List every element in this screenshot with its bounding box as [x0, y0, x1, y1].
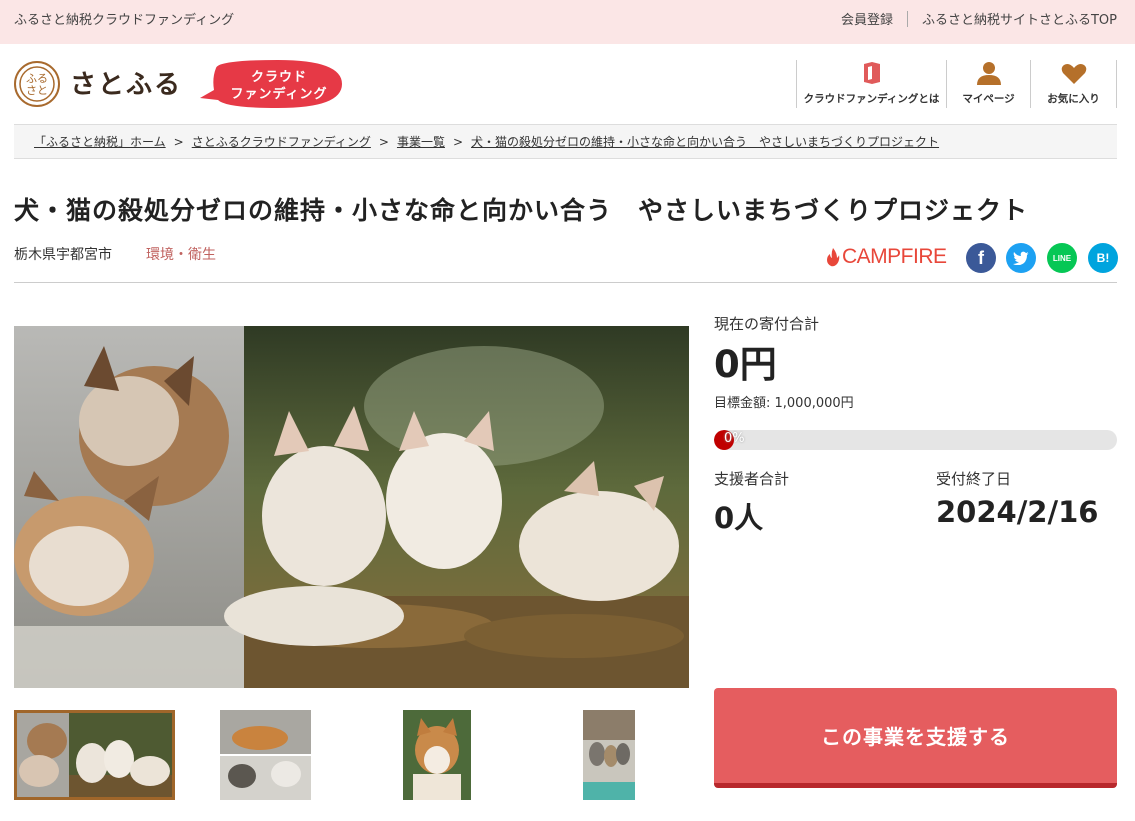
breadcrumb-crowdfunding[interactable]: さとふるクラウドファンディング — [192, 133, 371, 150]
user-icon — [976, 62, 1001, 85]
thumbnail-4[interactable] — [583, 710, 635, 800]
thumbnail-2[interactable] — [220, 710, 311, 800]
line-icon: LINE — [1052, 253, 1072, 263]
progress-percent: 0% — [724, 431, 745, 446]
site-name: ふるさと納税クラウドファンディング — [14, 13, 235, 28]
top-link-divider — [906, 10, 908, 27]
top-bar: ふるさと納税クラウドファンディング 会員登録 ふるさと納税サイトさとふるTOP — [0, 0, 1135, 44]
current-donation-label: 現在の寄付合計 — [714, 315, 820, 333]
divider — [14, 282, 1117, 283]
deadline-date: 2024/2/16 — [936, 495, 1099, 529]
satofull-top-link[interactable]: ふるさと納税サイトさとふるTOP — [922, 9, 1117, 28]
heart-icon — [1061, 64, 1086, 84]
supporters-count: 0人 — [714, 501, 764, 535]
nav-label: お気に入り — [1047, 93, 1100, 105]
goal-amount: 目標金額: 1,000,000円 — [714, 396, 854, 411]
current-donation-amount: 0円 — [714, 343, 777, 386]
campfire-text: CAMPFIRE — [842, 245, 947, 268]
progress-bar: 0% — [714, 430, 1117, 450]
campfire-logo: CAMPFIRE — [826, 245, 947, 269]
supporters-label: 支援者合計 — [714, 470, 790, 488]
project-category[interactable]: 環境・衛生 — [146, 244, 216, 264]
flame-icon — [827, 248, 840, 267]
support-project-button[interactable]: この事業を支援する — [714, 688, 1117, 788]
breadcrumb: 「ふるさと納税」ホーム > さとふるクラウドファンディング > 事業一覧 > 犬… — [14, 124, 1117, 159]
top-links: 会員登録 ふるさと納税サイトさとふるTOP — [841, 9, 1117, 28]
thumbnail-1[interactable] — [14, 710, 175, 800]
twitter-share-button[interactable] — [1006, 243, 1036, 273]
nav-label: マイページ — [962, 93, 1015, 105]
breadcrumb-separator: > — [452, 134, 464, 149]
svg-text:さと: さと — [26, 84, 48, 97]
hatena-bookmark-button[interactable]: B! — [1088, 243, 1118, 273]
breadcrumb-separator: > — [378, 134, 389, 149]
satofull-logo-mark[interactable]: ふる さと — [14, 61, 60, 107]
facebook-icon: f — [978, 247, 984, 268]
breadcrumb-home[interactable]: 「ふるさと納税」ホーム — [34, 133, 166, 150]
breadcrumb-separator: > — [173, 134, 184, 149]
crowdfunding-badge[interactable]: クラウド ファンディング — [198, 58, 346, 110]
facebook-share-button[interactable]: f — [966, 243, 996, 273]
breadcrumb-projects[interactable]: 事業一覧 — [397, 133, 445, 150]
header: ふる さと さとふる クラウド ファンディング クラウドファンディングとは マイ… — [0, 44, 1135, 124]
nav-about-crowdfunding[interactable]: クラウドファンディングとは — [796, 60, 946, 108]
badge-line-2: ファンディング — [230, 87, 328, 102]
satofull-logo-text[interactable]: さとふる — [70, 64, 182, 101]
main-project-image — [14, 326, 689, 688]
register-link[interactable]: 会員登録 — [841, 9, 893, 28]
twitter-icon — [1013, 251, 1029, 265]
line-share-button[interactable]: LINE — [1047, 243, 1077, 273]
thumbnail-3[interactable] — [403, 710, 471, 800]
hatena-icon: B! — [1096, 251, 1110, 265]
nav-label: クラウドファンディングとは — [803, 93, 940, 105]
deadline-label: 受付終了日 — [936, 470, 1012, 488]
breadcrumb-current[interactable]: 犬・猫の殺処分ゼロの維持・小さな命と向かい合う やさしいまちづくりプロジェクト — [471, 133, 939, 150]
nav-mypage[interactable]: マイページ — [946, 60, 1030, 108]
page-title: 犬・猫の殺処分ゼロの維持・小さな命と向かい合う やさしいまちづくりプロジェクト — [14, 196, 1029, 225]
nav-favorites[interactable]: お気に入り — [1030, 60, 1117, 108]
project-location: 栃木県宇都宮市 — [14, 247, 112, 263]
book-icon — [863, 62, 880, 84]
